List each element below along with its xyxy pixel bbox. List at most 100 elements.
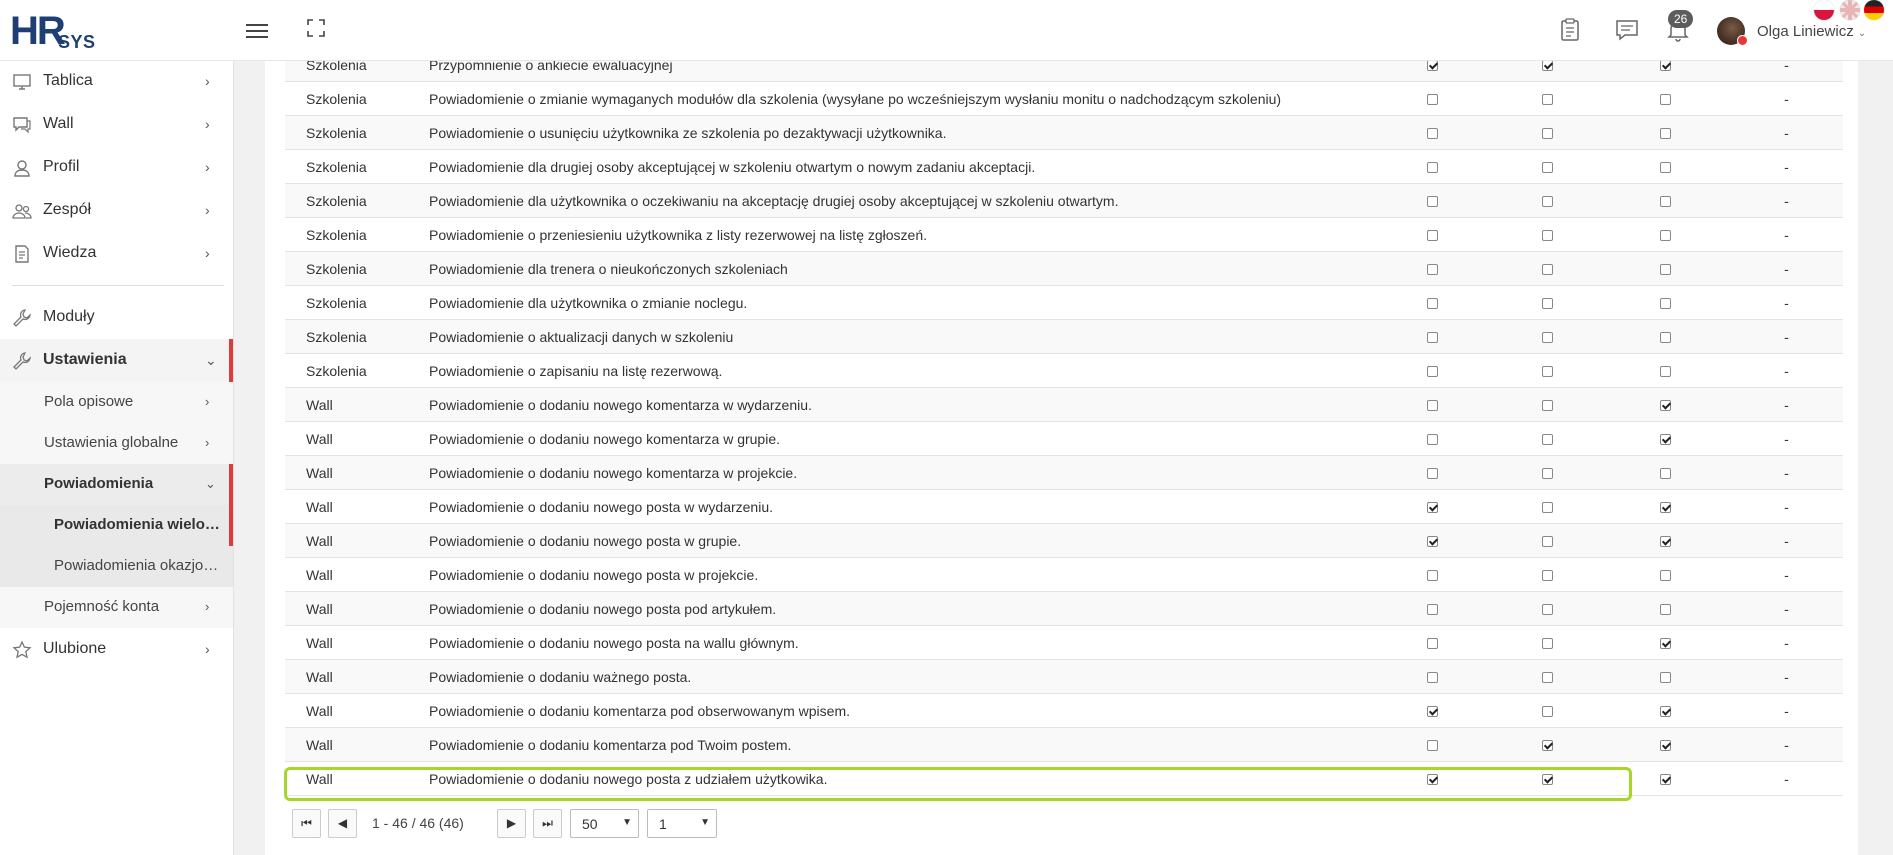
notification-checkbox[interactable] [1659, 536, 1671, 548]
notification-checkbox[interactable] [1542, 264, 1553, 276]
next-page-button[interactable]: ▶ [497, 809, 526, 838]
per-page-select[interactable]: 50 ▼ [570, 809, 639, 838]
notification-checkbox[interactable] [1426, 706, 1438, 718]
notification-checkbox[interactable] [1659, 774, 1671, 786]
notification-checkbox[interactable] [1542, 672, 1553, 684]
page-select[interactable]: 1 ▼ [647, 809, 717, 838]
notification-checkbox[interactable] [1542, 196, 1553, 208]
notification-checkbox[interactable] [1426, 604, 1438, 616]
notification-checkbox[interactable] [1542, 774, 1553, 786]
notification-checkbox[interactable] [1659, 502, 1671, 514]
notification-checkbox[interactable] [1426, 672, 1438, 684]
notification-checkbox[interactable] [1426, 298, 1438, 310]
notification-checkbox[interactable] [1426, 60, 1438, 72]
notification-checkbox[interactable] [1542, 468, 1553, 480]
notification-checkbox[interactable] [1426, 638, 1438, 650]
dash-cell: - [1730, 455, 1843, 490]
notification-checkbox[interactable] [1542, 128, 1553, 140]
notification-checkbox[interactable] [1426, 536, 1438, 548]
notification-checkbox[interactable] [1542, 434, 1553, 446]
notification-checkbox[interactable] [1542, 94, 1553, 106]
notification-checkbox[interactable] [1426, 162, 1438, 174]
first-page-button[interactable]: ⏮ [292, 809, 321, 838]
notification-checkbox[interactable] [1659, 366, 1671, 378]
notification-checkbox[interactable] [1426, 94, 1438, 106]
sidebar-subitem-powiadomienia[interactable]: Powiadomienia ⌄ [0, 464, 233, 505]
notification-checkbox[interactable] [1426, 366, 1438, 378]
sidebar-item-wiedza[interactable]: Wiedza › [0, 232, 233, 275]
notification-checkbox[interactable] [1542, 502, 1553, 514]
fullscreen-icon[interactable] [307, 19, 325, 37]
notification-checkbox[interactable] [1426, 400, 1438, 412]
notification-checkbox[interactable] [1542, 60, 1553, 72]
sidebar-subitem-pola-opisowe[interactable]: Pola opisowe › [0, 382, 233, 423]
notification-checkbox[interactable] [1659, 570, 1671, 582]
sidebar-subitem-powiadomienia-wielokrotne[interactable]: Powiadomienia wielokrotne [0, 505, 233, 546]
sidebar-item-moduly[interactable]: Moduły [0, 296, 233, 339]
notification-checkbox[interactable] [1542, 366, 1553, 378]
notification-checkbox[interactable] [1426, 264, 1438, 276]
notification-checkbox[interactable] [1426, 468, 1438, 480]
hrsys-logo[interactable]: HR SYS [10, 11, 110, 52]
prev-page-button[interactable]: ◀ [328, 809, 357, 838]
notification-checkbox[interactable] [1426, 332, 1438, 344]
sidebar-subitem-ustawienia-globalne[interactable]: Ustawienia globalne › [0, 423, 233, 464]
messages-icon[interactable] [1614, 17, 1640, 43]
notification-checkbox[interactable] [1542, 162, 1553, 174]
flag-en-icon[interactable] [1840, 0, 1860, 20]
notification-checkbox[interactable] [1426, 740, 1438, 752]
notification-checkbox[interactable] [1542, 298, 1553, 310]
notification-checkbox[interactable] [1542, 604, 1553, 616]
notification-checkbox[interactable] [1659, 740, 1671, 752]
description-cell: Powiadomienie o dodaniu nowego posta w p… [429, 557, 1369, 592]
sidebar-item-tablica[interactable]: Tablica › [0, 60, 233, 103]
notification-checkbox[interactable] [1659, 162, 1671, 174]
notification-checkbox[interactable] [1542, 570, 1553, 582]
notification-checkbox[interactable] [1659, 298, 1671, 310]
sidebar-item-wall[interactable]: Wall › [0, 103, 233, 146]
sidebar-item-profil[interactable]: Profil › [0, 146, 233, 189]
notification-checkbox[interactable] [1426, 230, 1438, 242]
notification-checkbox[interactable] [1659, 706, 1671, 718]
sidebar-item-ustawienia[interactable]: Ustawienia ⌄ [0, 339, 233, 382]
notification-checkbox[interactable] [1426, 196, 1438, 208]
sidebar-item-ulubione[interactable]: Ulubione › [0, 628, 233, 671]
notification-checkbox[interactable] [1659, 94, 1671, 106]
notification-checkbox[interactable] [1542, 638, 1553, 650]
notification-checkbox[interactable] [1659, 638, 1671, 650]
notification-checkbox[interactable] [1426, 128, 1438, 140]
notification-checkbox[interactable] [1659, 128, 1671, 140]
notification-checkbox[interactable] [1542, 536, 1553, 548]
notification-checkbox[interactable] [1659, 434, 1671, 446]
notification-checkbox[interactable] [1659, 60, 1671, 72]
notification-checkbox[interactable] [1659, 230, 1671, 242]
flag-de-icon[interactable] [1864, 0, 1884, 20]
sidebar-subitem-powiadomienia-okazjonalne[interactable]: Powiadomienia okazjonalne [0, 546, 233, 587]
sidebar-item-zespol[interactable]: Zespół › [0, 189, 233, 232]
notification-checkbox[interactable] [1542, 400, 1553, 412]
sidebar-subitem-pojemnosc-konta[interactable]: Pojemność konta › [0, 587, 233, 628]
notification-checkbox[interactable] [1659, 196, 1671, 208]
notification-checkbox[interactable] [1659, 332, 1671, 344]
user-menu[interactable]: Olga Liniewicz ⌄ [1757, 23, 1866, 40]
checkbox-cell [1495, 625, 1600, 660]
notification-checkbox[interactable] [1542, 706, 1553, 718]
notification-checkbox[interactable] [1659, 400, 1671, 412]
notification-checkbox[interactable] [1426, 570, 1438, 582]
notification-checkbox[interactable] [1426, 502, 1438, 514]
description-cell: Powiadomienie o dodaniu komentarza pod T… [429, 727, 1369, 762]
notification-checkbox[interactable] [1426, 434, 1438, 446]
module-cell: Wall [285, 421, 429, 456]
last-page-button[interactable]: ⏭ [533, 809, 562, 838]
notification-checkbox[interactable] [1659, 264, 1671, 276]
clipboard-icon[interactable] [1557, 17, 1583, 43]
notification-checkbox[interactable] [1659, 468, 1671, 480]
notification-checkbox[interactable] [1659, 672, 1671, 684]
notification-checkbox[interactable] [1542, 230, 1553, 242]
hamburger-menu-icon[interactable] [246, 20, 268, 40]
notification-checkbox[interactable] [1542, 332, 1553, 344]
notification-checkbox[interactable] [1542, 740, 1553, 752]
flag-pl-icon[interactable] [1814, 0, 1834, 20]
notification-checkbox[interactable] [1659, 604, 1671, 616]
notification-checkbox[interactable] [1426, 774, 1438, 786]
